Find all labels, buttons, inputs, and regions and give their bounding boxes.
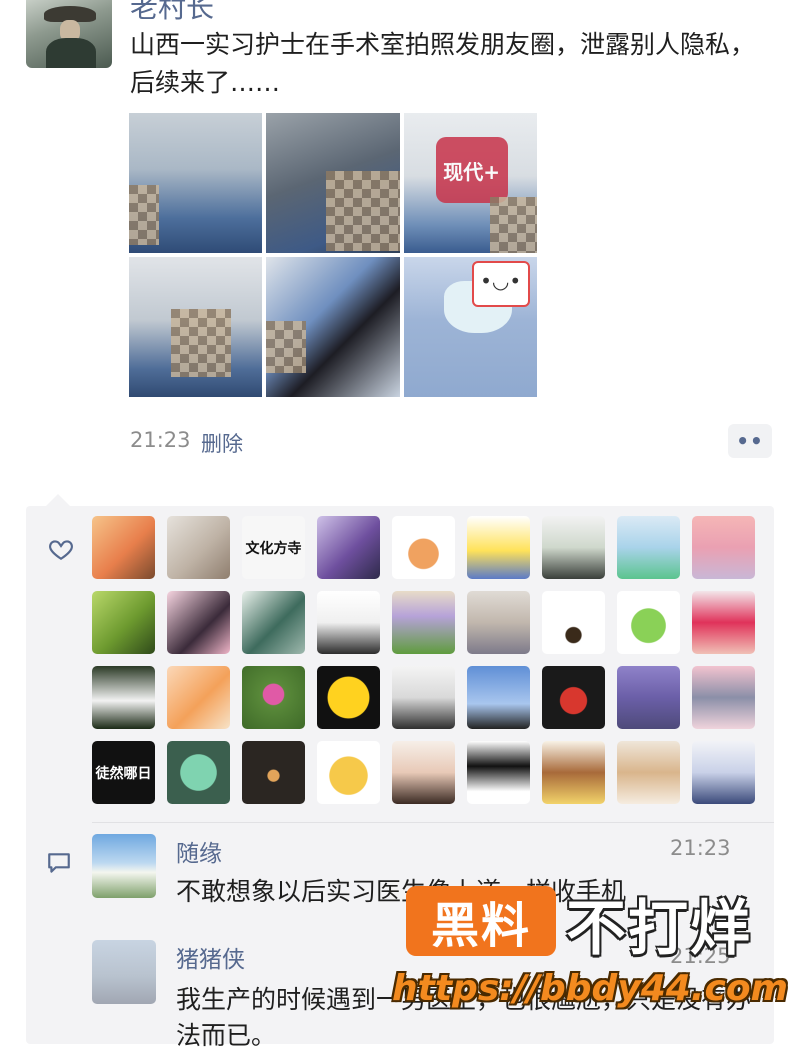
liker-avatar[interactable]	[167, 666, 230, 729]
liker-avatar[interactable]	[392, 666, 455, 729]
liker-avatar[interactable]	[317, 591, 380, 654]
liker-avatar-label: 文化方寺	[245, 540, 302, 557]
watermark-badge: 黑料	[406, 886, 556, 956]
watermark-slogan: 不打烊	[566, 894, 752, 964]
liker-avatar[interactable]	[617, 591, 680, 654]
likes-avatar-list: 文化方寺 徒然哪日	[92, 516, 755, 804]
liker-avatar[interactable]	[392, 516, 455, 579]
delete-link[interactable]: 删除	[201, 428, 243, 458]
calendar-sticker-icon: •◡•	[471, 261, 530, 307]
liker-avatar[interactable]	[617, 666, 680, 729]
liker-avatar[interactable]	[317, 666, 380, 729]
liker-avatar[interactable]	[317, 516, 380, 579]
photo-thumbnail[interactable]	[266, 257, 400, 397]
liker-avatar[interactable]	[542, 591, 605, 654]
liker-avatar[interactable]: 文化方寺	[242, 516, 305, 579]
comment-time: 21:23	[670, 836, 731, 860]
photo-thumbnail[interactable]	[129, 257, 263, 397]
photo-thumbnail[interactable]: 现代+	[403, 113, 537, 253]
liker-avatar[interactable]	[617, 516, 680, 579]
photo-thumbnail[interactable]	[266, 113, 400, 253]
liker-avatar[interactable]	[542, 741, 605, 804]
comment-author[interactable]: 猪猪侠	[176, 940, 245, 974]
liker-avatar[interactable]	[392, 591, 455, 654]
liker-avatar[interactable]	[467, 591, 530, 654]
author-avatar[interactable]	[26, 0, 112, 68]
liker-avatar[interactable]	[92, 666, 155, 729]
panel-divider	[92, 822, 774, 823]
liker-avatar[interactable]	[467, 666, 530, 729]
liker-avatar[interactable]	[167, 516, 230, 579]
photo-thumbnail[interactable]	[129, 113, 263, 253]
panel-pointer	[46, 494, 70, 506]
liker-avatar-label: 徒然哪日	[95, 765, 152, 782]
liker-avatar[interactable]	[542, 666, 605, 729]
liker-avatar[interactable]	[692, 516, 755, 579]
liker-avatar[interactable]	[167, 741, 230, 804]
modern-badge: 现代+	[435, 137, 508, 203]
liker-avatar[interactable]	[692, 591, 755, 654]
photo-grid: 现代+ •◡•	[129, 113, 537, 397]
liker-avatar[interactable]	[167, 591, 230, 654]
post-text: 山西一实习护士在手术室拍照发朋友圈，泄露别人隐私，后续来了……	[130, 30, 756, 97]
liker-avatar[interactable]	[92, 516, 155, 579]
liker-avatar[interactable]	[317, 741, 380, 804]
liker-avatar[interactable]	[392, 741, 455, 804]
liker-avatar[interactable]	[242, 741, 305, 804]
liker-avatar[interactable]	[692, 666, 755, 729]
liker-avatar[interactable]	[467, 741, 530, 804]
photo-thumbnail[interactable]: •◡•	[403, 257, 537, 397]
commenter-avatar[interactable]	[92, 834, 156, 898]
liker-avatar[interactable]: 徒然哪日	[92, 741, 155, 804]
watermark-url: https://bbdy44.com	[392, 968, 789, 1009]
liker-avatar[interactable]	[692, 741, 755, 804]
commenter-avatar[interactable]	[92, 940, 156, 1004]
liker-avatar[interactable]	[542, 516, 605, 579]
liker-avatar[interactable]	[242, 666, 305, 729]
comment-icon	[48, 853, 70, 873]
more-button[interactable]: ••	[728, 424, 772, 458]
author-name[interactable]: 老村长	[130, 0, 214, 26]
heart-icon	[49, 540, 73, 561]
liker-avatar[interactable]	[467, 516, 530, 579]
post-time: 21:23	[130, 428, 191, 452]
liker-avatar[interactable]	[242, 591, 305, 654]
comment-author[interactable]: 随缘	[176, 834, 222, 868]
liker-avatar[interactable]	[92, 591, 155, 654]
liker-avatar[interactable]	[617, 741, 680, 804]
